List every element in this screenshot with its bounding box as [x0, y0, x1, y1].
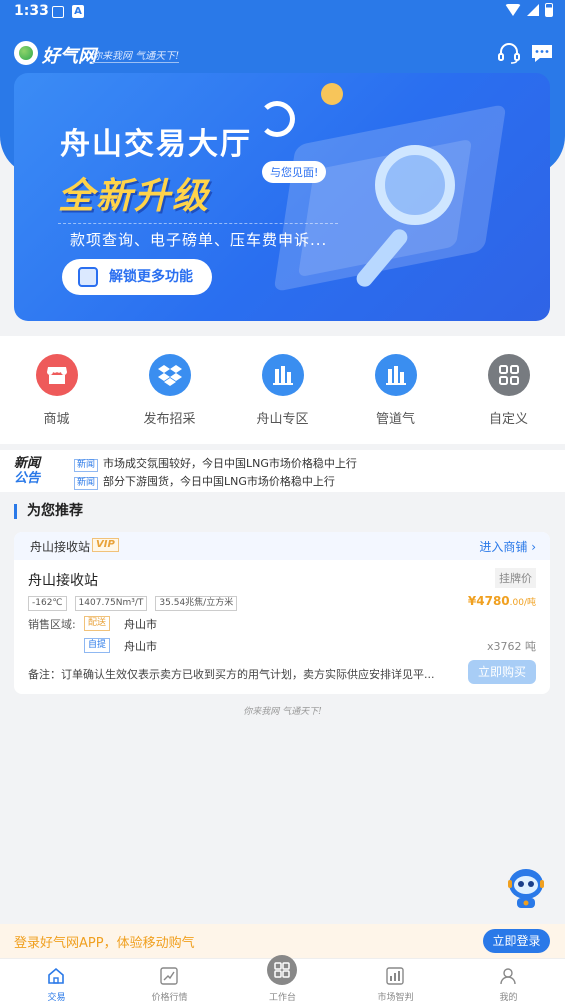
price-type-badge: 挂牌价	[495, 568, 536, 588]
product-specs: -162℃ 1407.75Nm³/T 35.54兆焦/立方米	[28, 596, 238, 611]
robot-assistant-icon[interactable]	[506, 866, 546, 912]
login-prompt: 登录好气网APP，体验移动购气	[14, 936, 195, 951]
product-name: 舟山接收站	[28, 573, 98, 589]
unlock-features-button[interactable]: 解锁更多功能	[62, 259, 212, 295]
header-slogan: 你来我网 气通天下!	[92, 47, 180, 63]
logo-text: 好气网	[42, 46, 96, 67]
price-value: ¥4780	[467, 594, 510, 608]
quick-label: 舟山专区	[256, 412, 309, 427]
banner-subtitle: 全新升级	[58, 176, 211, 217]
spec-temperature: -162℃	[28, 596, 67, 611]
buy-now-button[interactable]: 立即购买	[468, 660, 536, 684]
logo-icon	[14, 41, 38, 65]
battery-icon	[545, 3, 553, 17]
signal-icon	[527, 4, 539, 16]
quick-item-zhoushan-zone[interactable]: 舟山专区	[226, 336, 339, 444]
news-text: 部分下游囤货，今日中国LNG市场价格稳中上行	[103, 475, 335, 488]
news-text: 市场成交氛围较好，今日中国LNG市场价格稳中上行	[103, 457, 357, 470]
spec-gasification-rate: 1407.75Nm³/T	[74, 596, 148, 611]
quick-label: 自定义	[488, 412, 528, 427]
workbench-grid-icon	[267, 955, 297, 985]
tab-mine[interactable]: 我的	[452, 959, 565, 1004]
quick-item-pipeline-gas[interactable]: 管道气	[339, 336, 452, 444]
banner-ring-decoration	[259, 101, 295, 137]
remark-text: 备注：订单确认生效仅表示卖方已收到买方的用气计划，卖方实际供应安排详见平...	[28, 668, 435, 681]
news-tag: 新闻	[74, 459, 99, 472]
login-button[interactable]: 立即登录	[483, 929, 550, 953]
user-icon	[500, 968, 516, 985]
quick-label: 发布招采	[143, 412, 196, 427]
quick-item-publish-tender[interactable]: 发布招采	[113, 336, 226, 444]
news-item[interactable]: 新闻 市场成交氛围较好，今日中国LNG市场价格稳中上行	[74, 455, 357, 472]
wifi-icon	[505, 4, 521, 16]
dropbox-icon	[149, 354, 191, 396]
tab-label: 市场智判	[377, 993, 414, 1003]
quick-menu: 商城 发布招采 舟山专区 管道气 自定义	[0, 336, 565, 444]
home-icon	[48, 967, 64, 984]
building-icon	[375, 354, 417, 396]
banner-dot-decoration	[321, 83, 343, 105]
enter-shop-label: 进入商铺	[479, 540, 528, 554]
quick-item-mall[interactable]: 商城	[0, 336, 113, 444]
banner-title: 舟山交易大厅	[60, 127, 252, 162]
spec-calorific-value: 35.54兆焦/立方米	[155, 596, 238, 611]
tab-market-analysis[interactable]: 市场智判	[339, 959, 452, 1004]
building-icon	[262, 354, 304, 396]
tab-workbench[interactable]: 工作台	[226, 955, 339, 1004]
notification-icon: A	[72, 5, 84, 18]
status-time: 1:33	[14, 3, 49, 19]
delivery-tag: 配送	[84, 616, 111, 631]
shop-name: 舟山接收站	[30, 540, 91, 554]
chevron-right-icon: ›	[531, 540, 536, 554]
footer-slogan: 你来我网 气通天下!	[243, 707, 322, 717]
headset-icon[interactable]	[497, 42, 521, 64]
bar-chart-icon	[386, 967, 404, 985]
grid-icon	[488, 354, 530, 396]
quantity: x3762 吨	[486, 640, 536, 653]
price-unit: .00/吨	[509, 598, 536, 608]
product-card[interactable]: 舟山接收站 VIP 进入商铺 › 舟山接收站 挂牌价 -162℃ 1407.75…	[14, 532, 550, 694]
magnifier-graphic	[375, 145, 455, 225]
card-header: 舟山接收站 VIP 进入商铺 ›	[14, 532, 550, 560]
banner-tag: 与您见面!	[262, 161, 327, 183]
enter-shop-link[interactable]: 进入商铺 ›	[479, 538, 536, 555]
tab-label: 工作台	[268, 993, 296, 1003]
message-icon[interactable]	[530, 42, 554, 64]
promo-banner[interactable]: 舟山交易大厅 全新升级 与您见面! 款项查询、电子磅单、压车费申诉... 解锁更…	[14, 73, 550, 321]
gallery-icon	[52, 6, 64, 18]
news-item[interactable]: 新闻 部分下游囤货，今日中国LNG市场价格稳中上行	[74, 473, 335, 490]
vip-badge: VIP	[92, 538, 119, 552]
quick-label: 管道气	[375, 412, 415, 427]
price: ¥4780.00/吨	[468, 594, 536, 608]
unlock-features-label: 解锁更多功能	[109, 269, 193, 285]
news-logo-line2: 公告	[14, 471, 41, 486]
edit-icon	[78, 267, 98, 287]
news-tag: 新闻	[74, 477, 99, 490]
pickup-tag: 自提	[84, 638, 111, 653]
quick-item-customize[interactable]: 自定义	[452, 336, 565, 444]
news-ticker: 新闻 公告 新闻 市场成交氛围较好，今日中国LNG市场价格稳中上行 新闻 部分下游囤…	[0, 450, 565, 492]
tab-price-trend[interactable]: 价格行情	[113, 959, 226, 1004]
login-bar: 登录好气网APP，体验移动购气 立即登录	[0, 924, 565, 958]
pickup-area: 舟山市	[124, 640, 157, 653]
tab-label: 价格行情	[151, 993, 188, 1003]
news-logo-line1: 新闻	[14, 456, 41, 471]
banner-divider	[58, 223, 338, 224]
tab-bar: 交易 价格行情 工作台 市场智判 我的	[0, 955, 565, 1004]
trend-chart-icon	[160, 967, 178, 985]
store-icon	[36, 354, 78, 396]
delivery-area: 舟山市	[124, 618, 157, 631]
sales-area-label: 销售区域:	[28, 618, 76, 631]
tab-trade[interactable]: 交易	[0, 959, 113, 1004]
news-logo: 新闻 公告	[14, 456, 40, 486]
section-title: 为您推荐	[14, 504, 83, 519]
app-header: 好气网 你来我网 气通天下!	[0, 36, 565, 72]
quick-label: 商城	[43, 412, 70, 427]
status-bar: 1:33 A	[0, 0, 565, 24]
banner-description: 款项查询、电子磅单、压车费申诉...	[70, 231, 328, 249]
tab-label: 交易	[47, 993, 66, 1003]
tab-label: 我的	[499, 993, 518, 1003]
